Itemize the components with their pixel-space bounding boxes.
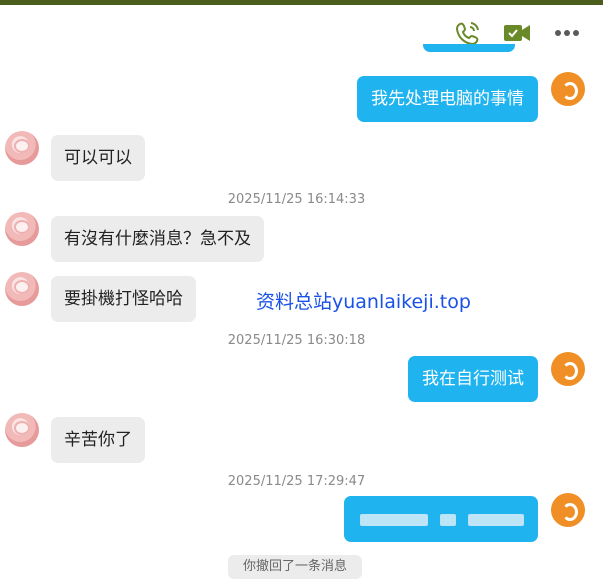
contact-avatar[interactable] xyxy=(5,131,39,165)
my-avatar[interactable] xyxy=(551,352,585,386)
my-avatar[interactable] xyxy=(551,493,585,527)
video-call-icon[interactable] xyxy=(503,20,531,46)
message-bubble-partial xyxy=(423,44,515,52)
message-timestamp: 2025/11/25 17:29:47 xyxy=(227,474,366,489)
message-bubble-right[interactable]: 我在自行测试 xyxy=(408,356,538,402)
watermark-text: 资料总站yuanlaikeji.top xyxy=(256,291,471,313)
my-avatar[interactable] xyxy=(551,72,585,106)
message-bubble-left[interactable]: 辛苦你了 xyxy=(51,417,145,463)
phone-call-icon[interactable] xyxy=(454,20,482,46)
contact-avatar[interactable] xyxy=(5,272,39,306)
contact-avatar[interactable] xyxy=(5,212,39,246)
recall-notice: 你撤回了一条消息 xyxy=(228,555,362,579)
redaction-blur xyxy=(468,514,524,526)
redaction-blur xyxy=(440,514,456,526)
message-bubble-right[interactable]: 我先处理电脑的事情 xyxy=(357,76,538,122)
more-options-icon[interactable] xyxy=(553,20,581,46)
message-bubble-left[interactable]: 可以可以 xyxy=(51,135,145,181)
message-bubble-left[interactable]: 要掛機打怪哈哈 xyxy=(51,276,196,322)
redaction-blur xyxy=(360,514,428,526)
message-bubble-left[interactable]: 有沒有什麼消息？急不及 xyxy=(51,216,264,262)
window-top-bar xyxy=(0,0,603,5)
message-timestamp: 2025/11/25 16:30:18 xyxy=(227,333,366,348)
message-timestamp: 2025/11/25 16:14:33 xyxy=(227,192,366,207)
contact-avatar[interactable] xyxy=(5,413,39,447)
